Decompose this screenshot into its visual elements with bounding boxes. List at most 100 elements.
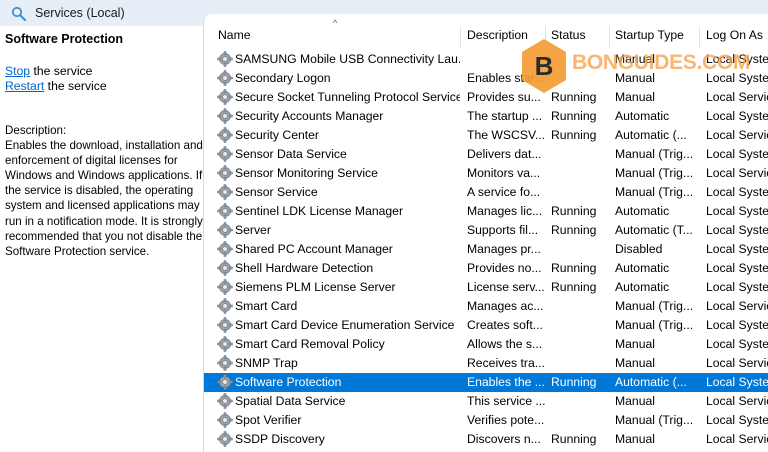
service-status-cell: Running [551,128,597,142]
service-row[interactable]: Sensor Data Service Delivers dat... Manual… [204,145,768,164]
service-name-cell: Shell Hardware Detection [235,261,374,275]
service-status-cell: Running [551,109,597,123]
service-description: Description: Enables the download, insta… [5,123,203,259]
service-row[interactable]: Secondary Logon Enables star... Manual Loca… [204,69,768,88]
stop-service-link[interactable]: Stop [5,64,30,78]
service-startup-cell: Manual (Trig... [615,299,694,313]
service-name-cell: Software Protection [235,375,342,389]
column-divider[interactable] [460,26,461,48]
service-startup-cell: Manual [615,71,655,85]
service-gear-icon [217,260,233,276]
service-description-cell: A service fo... [467,185,541,199]
service-startup-cell: Automatic (... [615,375,687,389]
service-status-cell: Running [551,280,597,294]
service-name-cell: Smart Card Device Enumeration Service [235,318,455,332]
service-startup-cell: Automatic [615,280,670,294]
service-row[interactable]: Secure Socket Tunneling Protocol Service… [204,88,768,107]
service-row-selected[interactable]: Software Protection Enables the ... Runnin… [204,373,768,392]
service-startup-cell: Automatic (... [615,128,687,142]
sort-ascending-icon: ^ [333,18,338,28]
column-divider[interactable] [545,26,546,48]
service-description-cell: License serv... [467,280,545,294]
service-row[interactable]: Smart Card Removal Policy Allows the s...… [204,335,768,354]
column-header-startup-type[interactable]: Startup Type [615,28,684,48]
service-logon-cell: Local Servic [706,128,768,142]
service-row[interactable]: Security Center The WSCSV... Running Automa… [204,126,768,145]
service-description-cell: Manages pr... [467,242,541,256]
service-name-cell: Secure Socket Tunneling Protocol Service [235,90,460,104]
column-header-log-on-as[interactable]: Log On As [706,28,763,48]
service-name-cell: Smart Card [235,299,298,313]
service-description-cell: Provides su... [467,90,541,104]
service-status-cell: Running [551,261,597,275]
service-logon-cell: Local Syste... [706,185,768,199]
service-name-cell: Siemens PLM License Server [235,280,396,294]
service-startup-cell: Automatic [615,261,670,275]
service-gear-icon [217,51,233,67]
restart-service-link[interactable]: Restart [5,79,44,93]
service-row[interactable]: Shared PC Account Manager Manages pr... Di… [204,240,768,259]
service-logon-cell: Local Servic [706,394,768,408]
service-description-cell: Discovers n... [467,432,541,446]
service-name-cell: Sensor Data Service [235,147,347,161]
service-logon-cell: Local Syste... [706,71,768,85]
service-name-cell: SAMSUNG Mobile USB Connectivity Lau... [235,52,460,66]
service-startup-cell: Manual (Trig... [615,166,694,180]
services-list-pane[interactable]: ^ Name Description Status Startup Type L… [203,14,768,452]
service-row[interactable]: Sensor Service A service fo... Manual (Tri… [204,183,768,202]
column-divider[interactable] [609,26,610,48]
service-row[interactable]: Shell Hardware Detection Provides no... Ru… [204,259,768,278]
service-startup-cell: Automatic [615,109,670,123]
service-row[interactable]: SAMSUNG Mobile USB Connectivity Lau... Ma… [204,50,768,69]
service-row[interactable]: SNMP Trap Receives tra... Manual Local Serv… [204,354,768,373]
service-logon-cell: Local Syste... [706,109,768,123]
service-name-cell: Server [235,223,271,237]
service-row[interactable]: Spot Verifier Verifies pote... Manual (Tri… [204,411,768,430]
service-startup-cell: Manual [615,52,655,66]
service-gear-icon [217,222,233,238]
service-row[interactable]: Smart Card Manages ac... Manual (Trig... Lo… [204,297,768,316]
service-gear-icon [217,127,233,143]
stop-line: Stop the service [5,64,92,78]
service-gear-icon [217,165,233,181]
service-gear-icon [217,146,233,162]
service-gear-icon [217,108,233,124]
service-name-cell: SSDP Discovery [235,432,325,446]
service-startup-cell: Manual [615,394,655,408]
service-gear-icon [217,355,233,371]
service-description-cell: Verifies pote... [467,413,545,427]
service-row[interactable]: Sensor Monitoring Service Monitors va... M… [204,164,768,183]
service-logon-cell: Local Syste... [706,413,768,427]
service-row[interactable]: Smart Card Device Enumeration Service Cre… [204,316,768,335]
service-gear-icon [217,70,233,86]
service-description-cell: Provides no... [467,261,542,275]
service-gear-icon [217,203,233,219]
service-gear-icon [217,336,233,352]
service-status-cell: Running [551,204,597,218]
service-gear-icon [217,89,233,105]
service-logon-cell: Local Syste... [706,223,768,237]
service-name-cell: Secondary Logon [235,71,331,85]
service-row[interactable]: Spatial Data Service This service ... Manu… [204,392,768,411]
stop-suffix: the service [30,64,93,78]
service-row[interactable]: Siemens PLM License Server License serv..… [204,278,768,297]
service-row[interactable]: Server Supports fil... Running Automatic (T… [204,221,768,240]
column-divider[interactable] [699,26,700,48]
service-name-cell: Security Center [235,128,319,142]
service-logon-cell: Local Servic [706,166,768,180]
service-row[interactable]: SSDP Discovery Discovers n... Running Manua… [204,430,768,449]
column-header-description[interactable]: Description [467,28,528,48]
service-description-cell: The startup ... [467,109,543,123]
service-startup-cell: Manual [615,356,655,370]
service-status-cell: Running [551,432,597,446]
service-row[interactable]: Security Accounts Manager The startup ...… [204,107,768,126]
service-row[interactable]: Sentinel LDK License Manager Manages lic.… [204,202,768,221]
service-gear-icon [217,374,233,390]
column-header-status[interactable]: Status [551,28,586,48]
service-name-cell: Spatial Data Service [235,394,346,408]
service-description-cell: This service ... [467,394,546,408]
column-header-name[interactable]: Name [218,28,251,48]
service-description-cell: Enables star... [467,71,545,85]
service-status-cell: Running [551,375,597,389]
service-description-cell: Supports fil... [467,223,539,237]
